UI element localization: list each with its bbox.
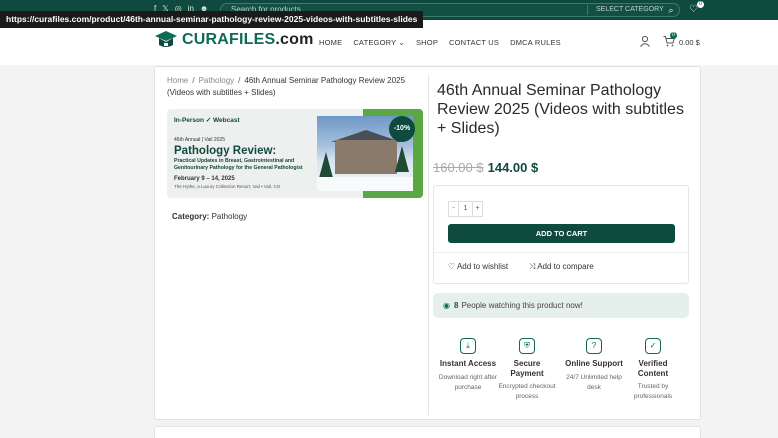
eye-icon: ◉ bbox=[443, 301, 450, 310]
cart-total[interactable]: 0.00 $ bbox=[679, 38, 700, 47]
banner-dates: February 9 – 14, 2025 bbox=[174, 176, 235, 182]
search-icon[interactable]: ⌕ bbox=[664, 4, 678, 16]
url-tooltip: https://curafiles.com/product/46th-annua… bbox=[0, 11, 424, 28]
purchase-box: - 1 + ADD TO CART ♡ Add to wishlist ⤨ Ad… bbox=[433, 185, 689, 284]
download-icon: ⤓ bbox=[460, 338, 476, 354]
compare-icon: ⤨ bbox=[529, 262, 536, 271]
feature-online-support: ? Online Support 24/7 Unlimited help des… bbox=[564, 338, 624, 393]
site-logo[interactable]: CURAFILES.com bbox=[154, 30, 314, 50]
logo-domain: .com bbox=[275, 31, 314, 48]
cart-icon[interactable]: 0 bbox=[663, 32, 677, 50]
graduation-cap-icon bbox=[155, 31, 177, 47]
product-price: 160.00 $144.00 $ bbox=[433, 160, 538, 175]
nav-category[interactable]: CATEGORY ⌄ bbox=[353, 38, 405, 47]
heart-icon: ♡ bbox=[448, 262, 456, 271]
banner-venue: The Hythe, a Luxury Collection Resort, V… bbox=[174, 184, 281, 189]
nav-contact[interactable]: CONTACT US bbox=[449, 38, 499, 47]
product-image[interactable]: -10% In-Person ✓ Webcast 46th Annual | V… bbox=[167, 109, 423, 198]
add-to-cart-button[interactable]: ADD TO CART bbox=[448, 224, 675, 243]
breadcrumb-home[interactable]: Home bbox=[167, 76, 188, 85]
verified-icon: ✓ bbox=[645, 338, 661, 354]
add-to-wishlist-link[interactable]: ♡ Add to wishlist bbox=[448, 262, 508, 271]
nav-shop[interactable]: SHOP bbox=[416, 38, 438, 47]
banner-format: In-Person ✓ Webcast bbox=[174, 117, 240, 124]
banner-subtitle: Practical Updates in Breast, Gastrointes… bbox=[174, 158, 303, 171]
user-icon[interactable] bbox=[639, 35, 651, 50]
discount-badge: -10% bbox=[389, 116, 415, 142]
product-category: Category: Pathology bbox=[172, 212, 248, 221]
quantity-stepper: - 1 + bbox=[448, 201, 483, 217]
feature-verified-content: ✓ Verified Content Trusted by profession… bbox=[623, 338, 683, 402]
chevron-down-icon: ⌄ bbox=[398, 38, 405, 47]
watching-notice: ◉ 8 People watching this product now! bbox=[433, 293, 689, 318]
column-divider bbox=[428, 75, 429, 415]
wishlist-count-badge: 0 bbox=[697, 1, 704, 8]
qty-minus-button[interactable]: - bbox=[448, 201, 459, 217]
cart-count-badge: 0 bbox=[670, 32, 677, 39]
banner-title: Pathology Review: bbox=[174, 145, 277, 157]
next-section bbox=[154, 426, 701, 438]
breadcrumb-separator: / bbox=[238, 76, 241, 85]
qty-input[interactable]: 1 bbox=[459, 201, 472, 217]
main-nav: HOME CATEGORY ⌄ SHOP CONTACT US DMCA RUL… bbox=[319, 38, 561, 47]
breadcrumb: Home / Pathology/46th Annual Seminar Patho… bbox=[167, 75, 415, 99]
logo-text: CURAFILES bbox=[182, 31, 276, 48]
heart-icon[interactable]: ♡ 0 bbox=[689, 1, 704, 16]
breadcrumb-category[interactable]: Pathology bbox=[199, 76, 235, 85]
feature-instant-access: ⤓ Instant Access Download right after pu… bbox=[438, 338, 498, 393]
category-link[interactable]: Pathology bbox=[212, 212, 248, 221]
feature-secure-payment: ⛨ Secure Payment Encrypted checkout proc… bbox=[497, 338, 557, 402]
product-card: Home / Pathology/46th Annual Seminar Patho… bbox=[154, 66, 701, 420]
nav-dmca[interactable]: DMCA RULES bbox=[510, 38, 561, 47]
sale-price: 144.00 $ bbox=[487, 160, 539, 175]
banner-annual: 46th Annual | Vail 2025 bbox=[174, 137, 225, 143]
secure-payment-icon: ⛨ bbox=[519, 338, 535, 354]
breadcrumb-separator: / bbox=[192, 76, 195, 85]
qty-plus-button[interactable]: + bbox=[472, 201, 483, 217]
support-icon: ? bbox=[586, 338, 602, 354]
product-title: 46th Annual Seminar Pathology Review 202… bbox=[437, 82, 684, 137]
watching-count: 8 bbox=[453, 301, 459, 310]
nav-home[interactable]: HOME bbox=[319, 38, 342, 47]
add-to-compare-link[interactable]: ⤨ Add to compare bbox=[529, 262, 594, 272]
old-price: 160.00 $ bbox=[433, 160, 484, 175]
